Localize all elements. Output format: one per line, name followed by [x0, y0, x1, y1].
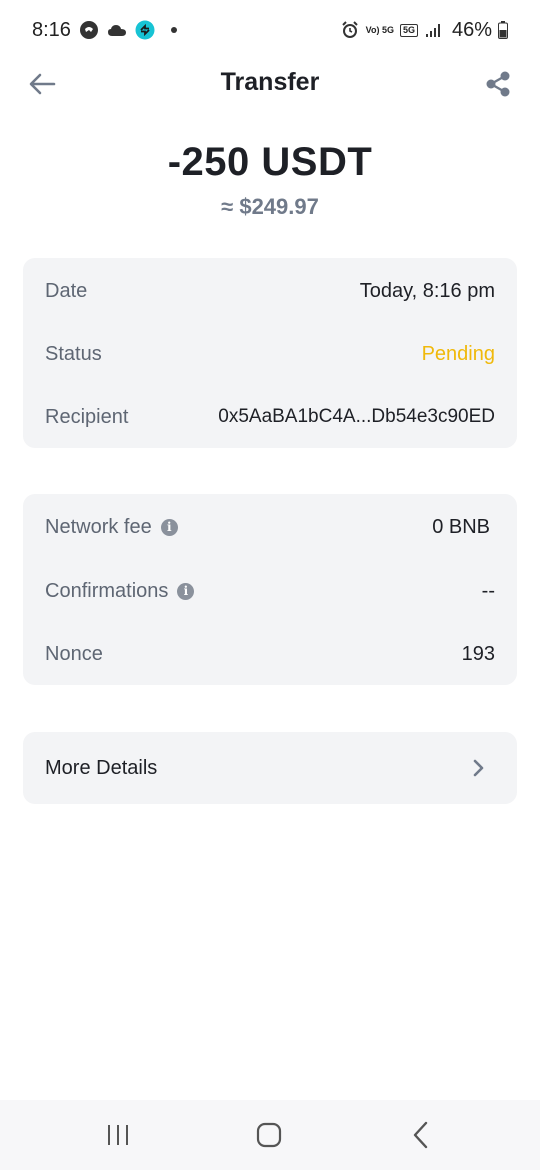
- recipient-address[interactable]: 0x5AaBA1bC4A...Db54e3c90ED: [218, 406, 495, 428]
- recipient-label: Recipient: [45, 405, 129, 428]
- confirmations-label: Confirmations i: [45, 579, 195, 603]
- system-back-button[interactable]: [406, 1120, 436, 1150]
- chevron-left-icon: [413, 1121, 428, 1149]
- transfer-amount: -250 USDT: [167, 140, 373, 184]
- status-badge: Pending: [421, 342, 495, 365]
- share-button[interactable]: [482, 68, 514, 100]
- detail-row-recipient: Recipient 0x5AaBA1bC4A...Db54e3c90ED: [45, 402, 495, 432]
- detail-row-network-fee: Network fee i 0 BNB: [45, 512, 495, 542]
- network-fee-value: 0 BNB: [432, 515, 490, 538]
- more-details-button[interactable]: More Details: [23, 732, 517, 804]
- date-label: Date: [45, 279, 88, 302]
- alarm-icon: [340, 20, 360, 40]
- cloud-icon: [107, 20, 127, 40]
- transaction-details-card: Date Today, 8:16 pm Status Pending Recip…: [23, 258, 517, 448]
- more-details-label: More Details: [45, 756, 158, 779]
- status-label: Status: [45, 342, 102, 365]
- more-details-row: More Details: [45, 753, 495, 783]
- nonce-value: 193: [461, 642, 495, 665]
- system-nav-bar: [0, 1100, 540, 1170]
- notification-dot-icon: [170, 27, 177, 33]
- home-button[interactable]: [254, 1120, 284, 1150]
- signal-icon: [424, 20, 444, 40]
- share-icon: [486, 71, 510, 97]
- home-icon: [256, 1122, 282, 1148]
- status-bar-left: 8:16: [32, 19, 177, 42]
- detail-row-status: Status Pending: [45, 339, 495, 369]
- messenger-icon: [79, 20, 99, 40]
- info-icon[interactable]: i: [160, 518, 178, 536]
- nonce-label: Nonce: [45, 642, 103, 665]
- status-bar-right: Vo) 5G 5G 46%: [340, 19, 508, 42]
- network-info-card: Network fee i 0 BNB Confirmations i -- N…: [23, 494, 517, 685]
- app-sync-icon: [135, 20, 155, 40]
- confirmations-value: --: [481, 579, 495, 602]
- recent-apps-button[interactable]: [103, 1120, 133, 1150]
- header: Transfer: [0, 60, 540, 106]
- battery-percent: 46%: [451, 18, 492, 41]
- network-fee-label: Network fee i: [45, 516, 178, 539]
- screen: 8:16 Vo) 5G 5G 46% Transfer -250 USDT ≈ …: [0, 0, 540, 1170]
- detail-row-date: Date Today, 8:16 pm: [45, 276, 495, 306]
- recent-apps-icon: [108, 1125, 128, 1145]
- page-title: Transfer: [220, 68, 320, 96]
- status-bar: 8:16 Vo) 5G 5G 46%: [0, 0, 540, 60]
- battery-icon: [498, 20, 508, 40]
- detail-row-confirmations: Confirmations i --: [45, 576, 495, 606]
- status-time: 8:16: [32, 18, 71, 41]
- chevron-right-icon: [473, 759, 484, 777]
- network-type-badge: 5G: [399, 23, 418, 37]
- volte-badge: Vo) 5G: [365, 24, 394, 35]
- date-value: Today, 8:16 pm: [359, 279, 495, 302]
- detail-row-nonce: Nonce 193: [45, 639, 495, 669]
- confirmations-label-text: Confirmations: [45, 579, 169, 602]
- info-icon[interactable]: i: [177, 582, 195, 600]
- fiat-equivalent: ≈ $249.97: [221, 194, 319, 219]
- network-fee-label-text: Network fee: [45, 515, 152, 538]
